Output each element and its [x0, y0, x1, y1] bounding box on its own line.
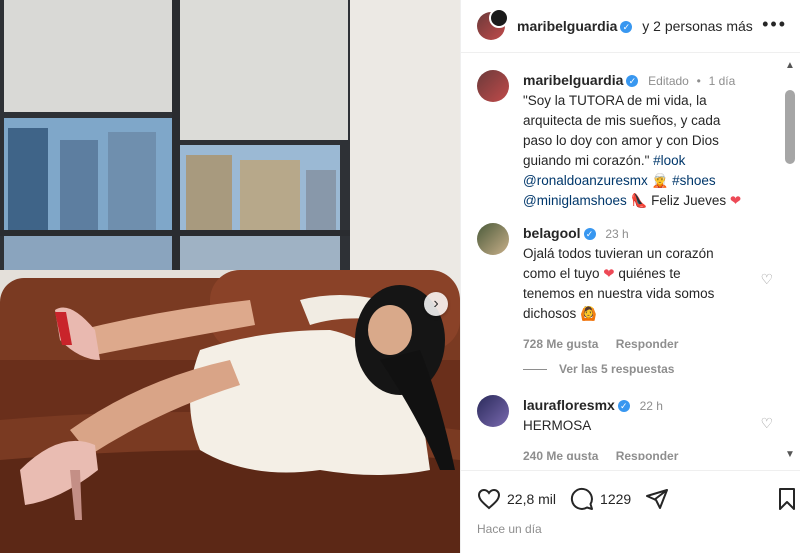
verified-icon: ✓: [620, 21, 633, 34]
woman-emoji-icon: 🙆: [580, 306, 597, 321]
comment-line2-b: quiénes te: [614, 266, 681, 281]
verified-icon: ✓: [626, 75, 639, 88]
post-actions: 22,8 mil 1229: [477, 484, 797, 514]
comment-like-icon[interactable]: ♡: [760, 415, 773, 432]
hashtag-shoes[interactable]: #shoes: [672, 173, 716, 188]
actions-divider: [461, 470, 800, 471]
reply-button[interactable]: Responder: [616, 449, 679, 460]
comment-time[interactable]: 22 h: [640, 399, 663, 413]
comment-subinfo: 240 Me gusta Responder: [523, 446, 777, 460]
caption-line1: "Soy la TUTORA de mi vida, la: [523, 93, 707, 108]
collab-text[interactable]: y 2 personas más: [642, 18, 753, 34]
caption-avatar[interactable]: [477, 70, 509, 102]
more-options-icon[interactable]: •••: [762, 14, 787, 35]
post-side-panel: maribelguardia ✓ y 2 personas más ••• mar…: [460, 0, 800, 553]
caption-line6: @miniglamshoes 👠 Feliz Jueves ❤: [523, 191, 777, 211]
feliz-jueves-text: Feliz Jueves: [651, 193, 727, 208]
caption-line4-text: guiando mi corazón.": [523, 153, 654, 168]
comment-time[interactable]: 23 h: [605, 227, 628, 241]
comment-item: laurafloresmx ✓ 22 h HERMOSA 240 Me gusta…: [477, 395, 777, 460]
commenter-avatar[interactable]: [477, 223, 509, 255]
caption-line2: arquitecta de mis sueños, y cada: [523, 113, 721, 128]
comment-text: HERMOSA: [523, 418, 592, 433]
comment-line4: dichosos 🙆: [523, 304, 777, 324]
comment-line2: como el tuyo ❤ quiénes te: [523, 264, 777, 284]
save-bookmark-icon[interactable]: [777, 487, 797, 511]
scroll-up-icon[interactable]: ▲: [781, 60, 799, 71]
comment-line4-text: dichosos: [523, 306, 577, 321]
comment-body: laurafloresmx ✓ 22 h HERMOSA 240 Me gusta…: [523, 395, 777, 460]
collab-avatar[interactable]: [489, 8, 509, 28]
caption-username[interactable]: maribelguardia: [523, 72, 623, 88]
comment-icon[interactable]: [570, 487, 594, 511]
like-heart-icon[interactable]: [477, 488, 501, 510]
comment-likes[interactable]: 728 Me gusta: [523, 337, 598, 351]
comment-body: belagool ✓ 23 h Ojalá todos tuvieran un c…: [523, 223, 777, 354]
comment-username[interactable]: belagool: [523, 225, 581, 241]
edited-label: Editado: [648, 74, 689, 88]
comment-likes[interactable]: 240 Me gusta: [523, 449, 598, 460]
comment-subinfo: 728 Me gusta Responder: [523, 334, 777, 354]
verified-icon: ✓: [617, 400, 630, 413]
comments-scrollbar[interactable]: ▲ ▼: [781, 60, 799, 460]
caption-comment: maribelguardia ✓ Editado • 1 día "Soy la …: [477, 70, 777, 211]
hashtag-look[interactable]: #look: [653, 153, 685, 168]
like-count[interactable]: 22,8 mil: [507, 491, 556, 507]
comment-username[interactable]: laurafloresmx: [523, 397, 615, 413]
header-names: maribelguardia ✓ y 2 personas más: [517, 18, 753, 34]
mention-miniglamshoes[interactable]: @miniglamshoes: [523, 193, 627, 208]
mention-ronaldoanzuresmx[interactable]: @ronaldoanzuresmx: [523, 173, 648, 188]
chevron-right-icon: ›: [433, 295, 439, 312]
post-photo: ›: [0, 0, 460, 553]
reply-button[interactable]: Responder: [616, 337, 679, 351]
comment-like-icon[interactable]: ♡: [760, 271, 773, 288]
photo-illustration: [0, 0, 460, 553]
caption-line5: @ronaldoanzuresmx 🧝 #shoes: [523, 171, 777, 191]
post-header: maribelguardia ✓ y 2 personas más •••: [461, 0, 800, 53]
caption-body: maribelguardia ✓ Editado • 1 día "Soy la …: [523, 70, 777, 211]
caption-time[interactable]: 1 día: [709, 74, 736, 88]
caption-line4: guiando mi corazón." #look: [523, 151, 777, 171]
comments-list: maribelguardia ✓ Editado • 1 día "Soy la …: [461, 60, 781, 460]
view-replies-button[interactable]: Ver las 5 respuestas: [523, 362, 674, 376]
comment-line2-a: como el tuyo: [523, 266, 604, 281]
person-emoji-icon: 🧝: [651, 173, 669, 188]
verified-icon: ✓: [583, 228, 596, 241]
heel-emoji-icon: 👠: [630, 193, 648, 208]
scrollbar-thumb[interactable]: [785, 90, 795, 164]
comment-line3: tenemos en nuestra vida somos: [523, 286, 715, 301]
red-heart-emoji-icon: ❤: [729, 193, 742, 208]
post-timestamp[interactable]: Hace un día: [477, 522, 542, 536]
meta-dot: •: [696, 74, 701, 88]
comment-item: belagool ✓ 23 h Ojalá todos tuvieran un c…: [477, 223, 777, 354]
red-heart-emoji-icon: ❤: [603, 266, 615, 281]
author-avatar[interactable]: [477, 8, 509, 40]
commenter-avatar[interactable]: [477, 395, 509, 427]
caption-line3: paso lo doy con amor y con Dios: [523, 133, 719, 148]
scroll-down-icon[interactable]: ▼: [781, 449, 799, 460]
share-icon[interactable]: [645, 487, 669, 511]
comment-count[interactable]: 1229: [600, 491, 631, 507]
comment-line1: Ojalá todos tuvieran un corazón: [523, 246, 714, 261]
next-photo-button[interactable]: ›: [424, 292, 448, 316]
header-username[interactable]: maribelguardia: [517, 18, 617, 34]
